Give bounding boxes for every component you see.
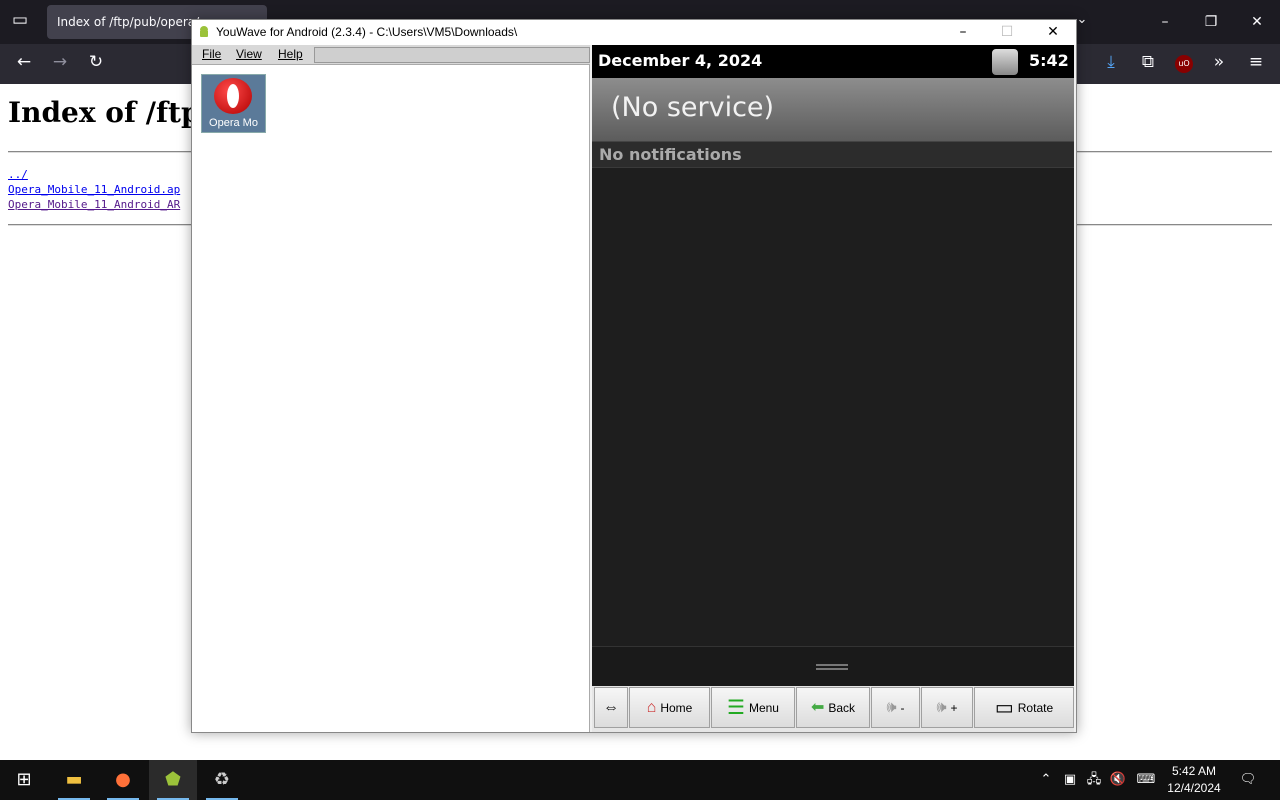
browser-minimize-button[interactable]: – [1142,0,1188,44]
menu-file[interactable]: File [202,47,221,61]
start-icon[interactable]: ⊞ [0,760,48,800]
back-button[interactable]: ⬅ Back [796,687,870,728]
hamburger-icon[interactable]: ≡ [1244,52,1268,76]
youwave-control-bar: ⇔ ⌂ Home ☰ Menu ⬅ Back 🕪 - 🕪 + ▭ Rotate [592,686,1074,732]
volume-up-button[interactable]: 🕪 + [921,687,973,728]
taskbar: ⊞ ▬ ● ⬟ ♻ ⌃ ▣ 🖧 🔇 ⌨ 5:42 AM 12/4/2024 🗨 [0,760,1280,800]
ublock-icon[interactable]: uO [1175,55,1193,73]
rotate-label: Rotate [1017,700,1054,715]
chevron-up-icon[interactable]: ⌃ [1036,760,1056,800]
notifications-label: No notifications [599,145,742,164]
clock-time[interactable]: 5:42 AM [1164,764,1224,778]
arrow-left-icon[interactable]: ← [12,52,36,76]
browser-close-button[interactable]: ✕ [1234,0,1280,44]
volume-down-label: - [900,700,905,715]
menu-view[interactable]: View [236,47,262,61]
youwave-maximize-button[interactable]: ☐ [984,20,1030,45]
app-tile-opera[interactable]: Opera Mo [201,74,266,133]
volume-icon: 🕪 [936,698,947,716]
resize-button[interactable]: ⇔ [594,687,628,728]
youwave-titlebar[interactable]: YouWave for Android (2.3.4) - C:\Users\V… [192,20,1076,45]
opera-icon [214,78,252,114]
menubar-spacer [314,47,590,63]
ublock-label: uO [1175,55,1193,73]
youwave-icon[interactable]: ⬟ [149,760,197,800]
android-status-bar: December 4, 2024 5:42 [592,45,1074,78]
volume-icon: 🕪 [886,698,897,716]
arrow-right-icon[interactable]: → [48,52,72,76]
back-label: Back [828,700,856,715]
android-date: December 4, 2024 [598,51,763,70]
menu-list-icon: ☰ [727,696,745,719]
youwave-title: YouWave for Android (2.3.4) - C:\Users\V… [216,25,518,39]
resize-icon: ⇔ [603,698,619,716]
clock-date[interactable]: 12/4/2024 [1164,781,1224,795]
home-label: Home [660,700,693,715]
notifications-header: No notifications [592,142,1074,168]
notification-center-icon[interactable]: 🗨 [1236,760,1260,800]
home-icon: ⌂ [646,698,657,716]
volume-down-button[interactable]: 🕪 - [871,687,920,728]
app-tile-label: Opera Mo [209,117,258,129]
rotate-device-icon: ▭ [994,696,1014,719]
youwave-close-button[interactable]: ✕ [1030,20,1076,45]
android-screen[interactable]: December 4, 2024 5:42 (No service) No no… [592,45,1074,732]
home-button[interactable]: ⌂ Home [629,687,710,728]
reload-icon[interactable]: ↻ [84,52,108,76]
network-icon[interactable]: 🖧 [1084,760,1104,800]
back-arrow-icon: ⬅ [810,698,825,716]
drag-handle-icon [816,664,848,670]
android-icon [200,26,208,37]
file-explorer-icon[interactable]: ▬ [50,760,98,800]
android-time: 5:42 [1029,51,1069,70]
tab-list-icon[interactable]: ▭ [8,10,32,34]
carrier-panel: (No service) [592,78,1074,142]
extensions-icon[interactable]: ⧉ [1136,52,1160,76]
menu-button[interactable]: ☰ Menu [711,687,795,728]
file-link[interactable]: Opera_Mobile_11_Android_AR [8,198,180,211]
firefox-icon[interactable]: ● [99,760,147,800]
app-list-panel: Opera Mo [192,65,590,732]
youwave-window: YouWave for Android (2.3.4) - C:\Users\V… [191,19,1077,733]
chevron-double-right-icon[interactable]: » [1207,52,1231,76]
menu-help[interactable]: Help [278,47,303,61]
opera-icon-hole [227,84,239,108]
parent-dir-link[interactable]: ../ [8,168,28,181]
carrier-label: (No service) [611,92,775,123]
menu-label: Menu [748,700,779,715]
volume-muted-icon[interactable]: 🔇 [1108,760,1128,800]
youwave-minimize-button[interactable]: – [940,20,986,45]
keyboard-icon[interactable]: ⌨ [1134,760,1158,800]
notification-shade-handle[interactable] [592,646,1074,686]
rotate-button[interactable]: ▭ Rotate [974,687,1074,728]
security-icon[interactable]: ▣ [1060,760,1080,800]
file-link[interactable]: Opera_Mobile_11_Android.ap [8,183,180,196]
recycle-bin-icon[interactable]: ♻ [198,760,246,800]
sim-icon [992,49,1018,75]
download-icon[interactable]: ⤓ [1099,52,1123,76]
volume-up-label: + [950,700,958,715]
browser-restore-button[interactable]: ❐ [1188,0,1234,44]
